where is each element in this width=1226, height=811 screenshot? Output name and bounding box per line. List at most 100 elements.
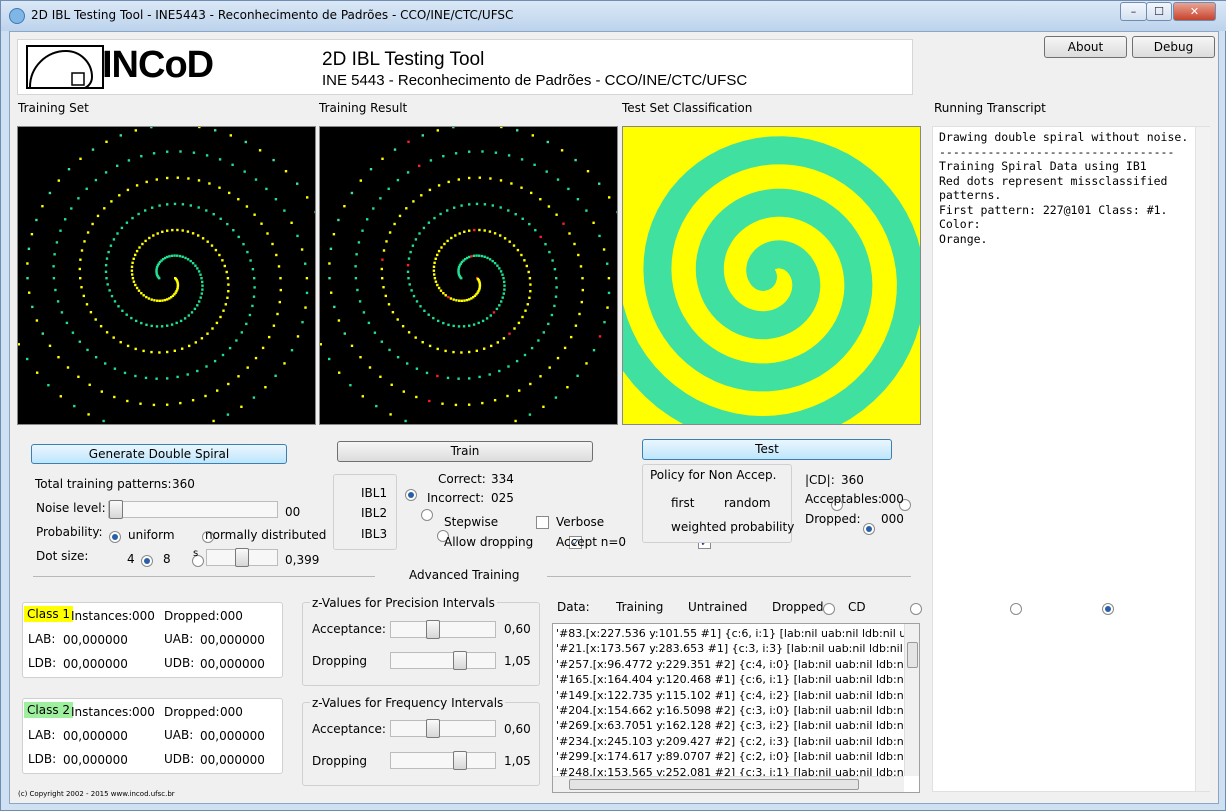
spiral-dot: [437, 319, 440, 323]
frequency-acceptance-thumb[interactable]: [426, 719, 440, 738]
spiral-dot: [99, 325, 103, 328]
spiral-dot: [226, 222, 229, 226]
spiral-dot: [422, 226, 426, 230]
data-list-hscroll[interactable]: [553, 776, 904, 792]
maximize-button[interactable]: ☐: [1146, 2, 1172, 21]
dropped-radio[interactable]: [1010, 602, 1023, 615]
spiral-dot: [105, 331, 109, 334]
spiral-dot: [246, 250, 249, 254]
spiral-dot: [385, 240, 388, 243]
spiral-dot: [55, 241, 59, 244]
spiral-dot: [300, 248, 304, 251]
total-patterns-value: 360: [172, 477, 195, 491]
generate-spiral-button[interactable]: Generate Double Spiral: [31, 444, 287, 464]
close-button[interactable]: ✕: [1173, 2, 1216, 21]
spiral-dot: [119, 134, 122, 137]
spiral-dot: [170, 254, 174, 257]
spiral-dot: [135, 319, 138, 323]
spiral-dot: [498, 304, 501, 307]
data-row: '#299.[x:174.617 y:89.0707 #2] {c:2, i:0…: [556, 750, 906, 764]
spiral-dot: [277, 265, 281, 268]
spiral-dot: [507, 365, 510, 368]
spiral-dot: [606, 262, 609, 265]
spiral-dot: [205, 365, 208, 368]
spiral-dot: [458, 299, 461, 302]
transcript-line: Orange.: [939, 231, 988, 246]
spiral-dot: [244, 140, 247, 144]
spiral-dot: [41, 332, 44, 335]
spiral-dot: [201, 288, 204, 291]
training-result-canvas[interactable]: [319, 126, 618, 425]
spiral-dot: [503, 237, 507, 240]
correct-label: Correct:: [438, 472, 486, 486]
spiral-dot: [57, 356, 60, 359]
spiral-dot: [189, 204, 192, 207]
data-list-vscroll-thumb[interactable]: [907, 642, 918, 668]
spiral-dot: [305, 277, 309, 280]
stepwise-checkbox[interactable]: [535, 516, 549, 529]
test-button[interactable]: Test: [642, 439, 892, 460]
uniform-radio[interactable]: [109, 530, 121, 543]
spiral-dot: [222, 309, 225, 312]
spiral-dot: [359, 179, 362, 182]
spiral-dot: [131, 216, 134, 220]
spiral-dot: [175, 321, 178, 325]
ibl1-radio[interactable]: [405, 488, 418, 501]
spiral-dot: [349, 384, 352, 387]
frequency-dropping-thumb[interactable]: [453, 751, 467, 770]
cd-radio[interactable]: [1102, 602, 1115, 615]
precision-dropping-slider[interactable]: [390, 652, 496, 669]
s-slider-thumb[interactable]: [235, 548, 249, 567]
precision-dropping-thumb[interactable]: [453, 651, 467, 670]
transcript-scrollbar[interactable]: [1195, 127, 1210, 791]
spiral-dot: [138, 246, 141, 249]
spiral-dot: [276, 312, 279, 316]
frequency-acceptance-slider[interactable]: [390, 720, 496, 737]
precision-acceptance-slider[interactable]: [390, 621, 496, 638]
spiral-dot: [488, 258, 492, 261]
spiral-dot: [161, 230, 164, 233]
transcript-box[interactable]: Drawing double spiral without noise. ----…: [932, 126, 1210, 792]
dot-size-4-radio[interactable]: [140, 554, 153, 567]
training-set-canvas[interactable]: [17, 126, 316, 425]
data-list-hscroll-thumb[interactable]: [569, 779, 859, 790]
spiral-dot: [176, 176, 179, 179]
spiral-dot: [208, 182, 211, 185]
noise-slider[interactable]: [108, 501, 278, 518]
spiral-dot: [28, 291, 31, 294]
about-button[interactable]: About: [1044, 36, 1127, 58]
spiral-dot: [428, 188, 432, 192]
train-button[interactable]: Train: [337, 441, 593, 462]
spiral-dot: [350, 191, 354, 195]
weighted-radio[interactable]: [862, 522, 875, 535]
frequency-dropping-slider[interactable]: [390, 752, 496, 769]
spiral-dot: [460, 299, 463, 302]
probability-label: Probability:: [36, 525, 103, 539]
spiral-dot: [110, 294, 114, 298]
debug-button[interactable]: Debug: [1132, 36, 1215, 58]
test-set-canvas[interactable]: [622, 126, 921, 425]
data-list-vscroll[interactable]: [904, 624, 919, 776]
spiral-dot: [555, 286, 558, 289]
spiral-dot: [528, 277, 532, 280]
spiral-dot: [237, 375, 240, 378]
training-radio[interactable]: [822, 602, 835, 615]
noise-slider-thumb[interactable]: [109, 500, 123, 519]
spiral-dot: [529, 382, 532, 386]
spiral-dot: [439, 289, 443, 292]
precision-acceptance-thumb[interactable]: [426, 620, 440, 639]
spiral-dot: [381, 157, 384, 160]
minimize-button[interactable]: –: [1120, 2, 1147, 21]
spiral-dot: [530, 191, 533, 195]
untrained-radio[interactable]: [910, 602, 923, 615]
spiral-dot: [433, 277, 437, 280]
data-list[interactable]: '#83.[x:227.536 y:101.55 #1] {c:6, i:1} …: [552, 623, 920, 793]
spiral-dot: [481, 401, 484, 405]
spiral-dot: [156, 232, 159, 235]
spiral-dot: [104, 362, 107, 365]
ibl2-radio[interactable]: [421, 508, 434, 521]
spiral-dot: [443, 242, 446, 246]
spiral-dot: [547, 205, 551, 208]
spiral-dot: [367, 321, 371, 325]
spiral-dot: [414, 238, 418, 241]
